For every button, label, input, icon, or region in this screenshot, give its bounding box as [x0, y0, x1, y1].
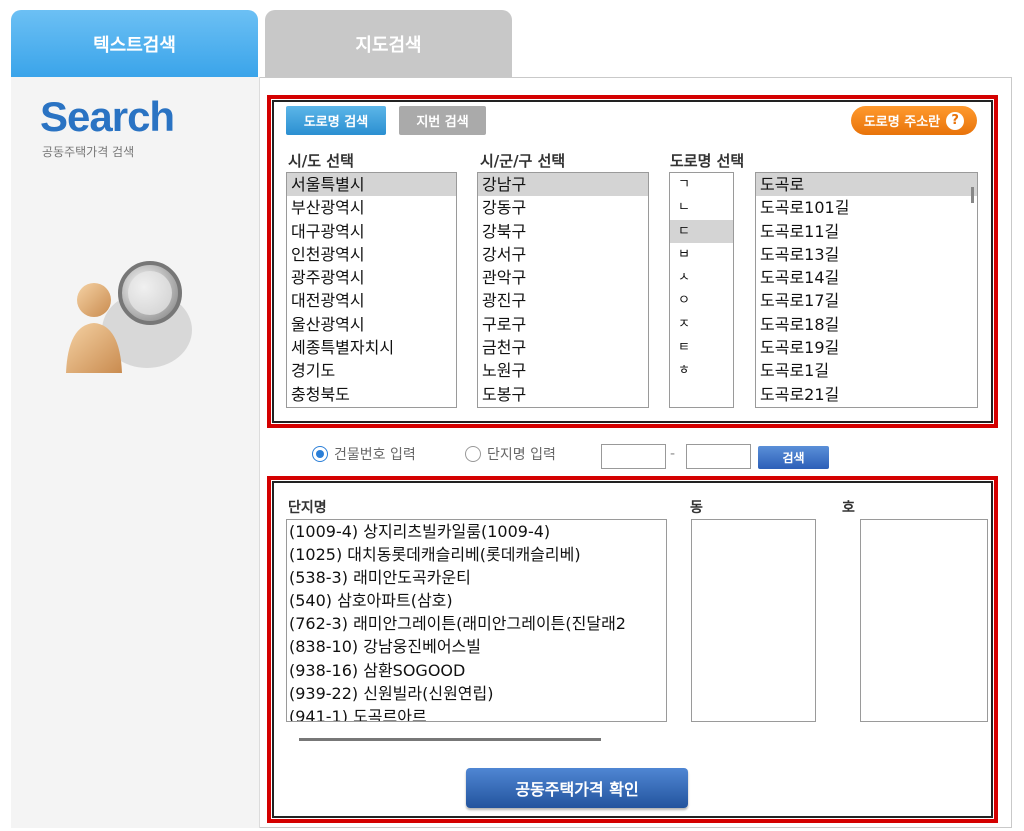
search-subtitle: 공동주택가격 검색: [42, 145, 135, 159]
ho-listbox[interactable]: [860, 519, 988, 722]
confirm-price-button[interactable]: 공동주택가격 확인: [466, 768, 688, 808]
complex-option[interactable]: (939-22) 신원빌라(신원연립): [287, 682, 666, 705]
lot-number-search-button[interactable]: 지번 검색: [399, 106, 486, 135]
complex-option[interactable]: (838-10) 강남웅진베어스빌: [287, 635, 666, 658]
complex-option[interactable]: (1025) 대치동롯데캐슬리베(롯데캐슬리베): [287, 543, 666, 566]
road-name-option[interactable]: 도곡로18길: [756, 313, 977, 336]
sido-option[interactable]: 부산광역시: [287, 196, 456, 219]
complex-option[interactable]: (1009-4) 상지리츠빌카일룸(1009-4): [287, 520, 666, 543]
complex-option[interactable]: (938-16) 삼환SOGOOD: [287, 659, 666, 682]
gu-option[interactable]: 금천구: [478, 336, 648, 359]
sido-option[interactable]: 충청북도: [287, 383, 456, 406]
complex-listbox[interactable]: (1009-4) 상지리츠빌카일룸(1009-4) (1025) 대치동롯데캐슬리…: [286, 519, 667, 722]
consonant-option[interactable]: ㅇ: [670, 289, 733, 312]
gu-option[interactable]: 강동구: [478, 196, 648, 219]
complex-name-radio-option[interactable]: 단지명 입력: [465, 444, 556, 464]
radio-building-number[interactable]: [312, 446, 328, 462]
road-name-listbox[interactable]: 도곡로 도곡로101길 도곡로11길 도곡로13길 도곡로14길 도곡로17길 도곡로18길…: [755, 172, 978, 408]
gu-label: 시/군/구 선택: [480, 152, 566, 170]
consonant-option[interactable]: ㄴ: [670, 196, 733, 219]
dong-listbox[interactable]: [691, 519, 816, 722]
search-logo: Search: [40, 93, 175, 140]
radio-complex-name[interactable]: [465, 446, 481, 462]
road-name-option[interactable]: 도곡로11길: [756, 220, 977, 243]
road-name-option[interactable]: 도곡로101길: [756, 196, 977, 219]
sido-option[interactable]: 인천광역시: [287, 243, 456, 266]
road-name-option[interactable]: 도곡로1길: [756, 359, 977, 382]
sido-option[interactable]: 대전광역시: [287, 289, 456, 312]
road-label: 도로명 선택: [670, 152, 745, 170]
horizontal-scrollbar[interactable]: [299, 738, 601, 741]
sido-label: 시/도 선택: [288, 152, 354, 170]
road-name-option[interactable]: 도곡로17길: [756, 289, 977, 312]
sido-option[interactable]: 대구광역시: [287, 220, 456, 243]
road-name-search-button[interactable]: 도로명 검색: [286, 106, 386, 135]
sidebar: [11, 77, 260, 828]
gu-option[interactable]: 광진구: [478, 289, 648, 312]
gu-option[interactable]: 노원구: [478, 359, 648, 382]
road-name-option[interactable]: 도곡로: [756, 173, 977, 197]
building-main-number-input[interactable]: [601, 444, 666, 469]
question-icon: ?: [946, 111, 965, 130]
complex-label: 단지명: [288, 500, 327, 516]
consonant-option[interactable]: ㅌ: [670, 336, 733, 359]
gu-option[interactable]: 강남구: [478, 173, 648, 197]
complex-option[interactable]: (941-1) 도곡르아르: [287, 705, 666, 721]
scrollbar-thumb[interactable]: [971, 187, 974, 203]
gu-option[interactable]: 도봉구: [478, 383, 648, 406]
dong-label: 동: [690, 500, 703, 516]
sido-option[interactable]: 세종특별자치시: [287, 336, 456, 359]
consonant-option[interactable]: ㅈ: [670, 313, 733, 336]
sido-option[interactable]: 울산광역시: [287, 313, 456, 336]
tab-map-search[interactable]: 지도검색: [265, 10, 512, 77]
road-address-help-label: 도로명 주소란: [863, 115, 941, 130]
gu-option[interactable]: 관악구: [478, 266, 648, 289]
consonant-option[interactable]: ㄷ: [670, 219, 733, 243]
complex-option[interactable]: (762-3) 래미안그레이튼(래미안그레이튼(진달래2: [287, 612, 666, 635]
road-address-help-button[interactable]: 도로명 주소란 ?: [851, 106, 977, 135]
road-name-option[interactable]: 도곡로21길: [756, 383, 977, 406]
road-name-option[interactable]: 도곡로14길: [756, 266, 977, 289]
building-number-radio-option[interactable]: 건물번호 입력: [312, 444, 416, 464]
consonant-option[interactable]: ㅂ: [670, 243, 733, 266]
sido-listbox[interactable]: 서울특별시 부산광역시 대구광역시 인천광역시 광주광역시 대전광역시 울산광역시 세종특별자…: [286, 172, 457, 408]
complex-name-label: 단지명 입력: [487, 447, 556, 463]
search-button[interactable]: 검색: [758, 446, 829, 469]
gu-option[interactable]: 구로구: [478, 313, 648, 336]
gu-listbox[interactable]: 강남구 강동구 강북구 강서구 관악구 광진구 구로구 금천구 노원구 도봉구: [477, 172, 649, 408]
gu-option[interactable]: 강북구: [478, 220, 648, 243]
tab-text-search[interactable]: 텍스트검색: [11, 10, 258, 77]
consonant-option[interactable]: ㅎ: [670, 359, 733, 382]
complex-option[interactable]: (538-3) 래미안도곡카운티: [287, 566, 666, 589]
sido-option[interactable]: 광주광역시: [287, 266, 456, 289]
road-name-option[interactable]: 도곡로13길: [756, 243, 977, 266]
sido-option[interactable]: 경기도: [287, 359, 456, 382]
sido-option[interactable]: 서울특별시: [287, 173, 456, 197]
user-search-illustration: [66, 261, 192, 373]
consonant-option[interactable]: ㄱ: [670, 173, 733, 196]
gu-option[interactable]: 강서구: [478, 243, 648, 266]
consonant-listbox[interactable]: ㄱㄴㄷㅂㅅㅇㅈㅌㅎ: [669, 172, 734, 408]
number-dash: -: [670, 446, 676, 462]
building-number-label: 건물번호 입력: [334, 447, 416, 463]
complex-option[interactable]: (540) 삼호아파트(삼호): [287, 589, 666, 612]
road-name-option[interactable]: 도곡로19길: [756, 336, 977, 359]
consonant-option[interactable]: ㅅ: [670, 266, 733, 289]
ho-label: 호: [842, 500, 855, 516]
building-sub-number-input[interactable]: [686, 444, 751, 469]
